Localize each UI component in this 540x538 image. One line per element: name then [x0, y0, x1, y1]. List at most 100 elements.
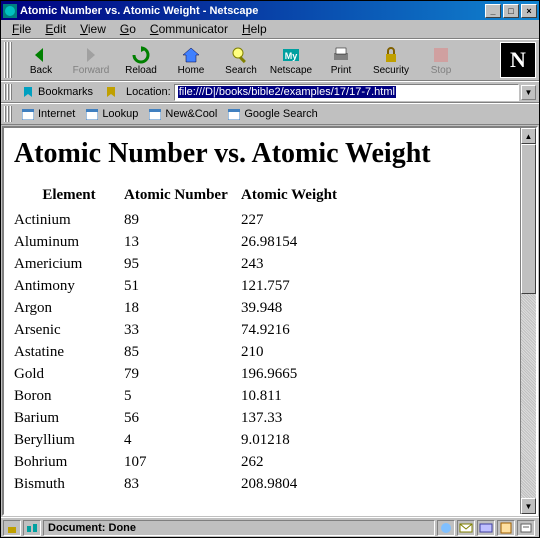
- stop-button: Stop: [416, 44, 466, 77]
- table-row: Argon1839.948: [14, 298, 345, 320]
- stop-icon: [430, 45, 452, 65]
- drag-icon[interactable]: [104, 86, 118, 98]
- component-composer-icon[interactable]: [517, 520, 535, 536]
- table-header-row: Element Atomic Number Atomic Weight: [14, 184, 345, 210]
- scroll-up-button[interactable]: ▲: [521, 128, 536, 144]
- table-row: Gold79196.9665: [14, 364, 345, 386]
- home-button[interactable]: Home: [166, 44, 216, 77]
- menu-file[interactable]: File: [5, 20, 38, 38]
- navigation-toolbar: Back Forward Reload Home Search My Netsc…: [1, 39, 539, 81]
- cell-atomic-weight: 208.9804: [241, 474, 345, 496]
- cell-atomic-number: 85: [124, 342, 241, 364]
- elements-table: Element Atomic Number Atomic Weight Acti…: [14, 184, 345, 496]
- table-row: Arsenic3374.9216: [14, 320, 345, 342]
- page-title: Atomic Number vs. Atomic Weight: [14, 138, 510, 170]
- search-icon: [230, 45, 252, 65]
- throbber-icon: N: [500, 42, 536, 78]
- netscape-button[interactable]: My Netscape: [266, 44, 316, 77]
- status-security-icon[interactable]: [3, 520, 21, 536]
- scroll-track[interactable]: [521, 144, 536, 498]
- back-label: Back: [30, 65, 52, 76]
- menu-edit[interactable]: Edit: [38, 20, 73, 38]
- menu-communicator[interactable]: Communicator: [143, 20, 235, 38]
- document-body: Atomic Number vs. Atomic Weight Element …: [4, 128, 520, 514]
- menu-view[interactable]: View: [73, 20, 113, 38]
- vertical-scrollbar[interactable]: ▲ ▼: [520, 128, 536, 514]
- cell-atomic-weight: 196.9665: [241, 364, 345, 386]
- url-dropdown-button[interactable]: ▼: [521, 85, 536, 100]
- pt-newcool[interactable]: New&Cool: [143, 107, 222, 121]
- status-bar: Document: Done: [1, 517, 539, 537]
- bookmarks-button[interactable]: Bookmarks: [16, 85, 98, 99]
- table-row: Astatine85210: [14, 342, 345, 364]
- menu-go[interactable]: Go: [113, 20, 143, 38]
- scroll-thumb[interactable]: [521, 144, 536, 294]
- pt-google[interactable]: Google Search: [222, 107, 322, 121]
- forward-label: Forward: [73, 65, 110, 76]
- table-row: Americium95243: [14, 254, 345, 276]
- url-value: file:///D|/books/bible2/examples/17/17-7…: [178, 86, 396, 98]
- col-atomic-weight: Atomic Weight: [241, 184, 345, 210]
- table-row: Antimony51121.757: [14, 276, 345, 298]
- cell-element: Astatine: [14, 342, 124, 364]
- toolbar-grip[interactable]: [4, 84, 12, 100]
- col-atomic-number: Atomic Number: [124, 184, 241, 210]
- cell-atomic-number: 51: [124, 276, 241, 298]
- cell-atomic-weight: 137.33: [241, 408, 345, 430]
- cell-element: Bismuth: [14, 474, 124, 496]
- search-label: Search: [225, 65, 257, 76]
- scroll-down-button[interactable]: ▼: [521, 498, 536, 514]
- forward-icon: [80, 45, 102, 65]
- col-element: Element: [14, 184, 124, 210]
- component-nav-icon[interactable]: [437, 520, 455, 536]
- cell-atomic-number: 18: [124, 298, 241, 320]
- cell-atomic-weight: 9.01218: [241, 430, 345, 452]
- print-button[interactable]: Print: [316, 44, 366, 77]
- toolbar-grip[interactable]: [4, 106, 12, 122]
- cell-atomic-number: 107: [124, 452, 241, 474]
- cell-element: Actinium: [14, 210, 124, 232]
- cell-element: Gold: [14, 364, 124, 386]
- toolbar-grip[interactable]: [4, 42, 12, 78]
- location-label: Location:: [126, 86, 171, 98]
- home-label: Home: [178, 65, 205, 76]
- maximize-button[interactable]: □: [503, 4, 519, 18]
- back-icon: [30, 45, 52, 65]
- table-row: Aluminum1326.98154: [14, 232, 345, 254]
- close-button[interactable]: ×: [521, 4, 537, 18]
- cell-atomic-number: 4: [124, 430, 241, 452]
- cell-atomic-number: 79: [124, 364, 241, 386]
- url-input[interactable]: file:///D|/books/bible2/examples/17/17-7…: [174, 84, 519, 101]
- cell-atomic-number: 56: [124, 408, 241, 430]
- table-row: Actinium89227: [14, 210, 345, 232]
- cell-atomic-weight: 227: [241, 210, 345, 232]
- print-label: Print: [331, 65, 352, 76]
- status-online-icon[interactable]: [23, 520, 41, 536]
- cell-element: Arsenic: [14, 320, 124, 342]
- security-label: Security: [373, 65, 409, 76]
- cell-element: Boron: [14, 386, 124, 408]
- pt-internet[interactable]: Internet: [16, 107, 80, 121]
- menu-help[interactable]: Help: [235, 20, 274, 38]
- minimize-button[interactable]: _: [485, 4, 501, 18]
- reload-button[interactable]: Reload: [116, 44, 166, 77]
- home-icon: [180, 45, 202, 65]
- component-news-icon[interactable]: [477, 520, 495, 536]
- back-button[interactable]: Back: [16, 44, 66, 77]
- cell-element: Aluminum: [14, 232, 124, 254]
- pt-lookup[interactable]: Lookup: [80, 107, 143, 121]
- table-row: Boron510.811: [14, 386, 345, 408]
- component-address-icon[interactable]: [497, 520, 515, 536]
- netscape-icon: My: [280, 45, 302, 65]
- status-text: Document: Done: [43, 520, 435, 536]
- cell-element: Barium: [14, 408, 124, 430]
- location-toolbar: Bookmarks Location: file:///D|/books/bib…: [1, 81, 539, 103]
- component-mail-icon[interactable]: [457, 520, 475, 536]
- security-button[interactable]: Security: [366, 44, 416, 77]
- cell-element: Antimony: [14, 276, 124, 298]
- cell-atomic-number: 13: [124, 232, 241, 254]
- table-row: Beryllium49.01218: [14, 430, 345, 452]
- bookmark-icon: [21, 86, 35, 98]
- search-button[interactable]: Search: [216, 44, 266, 77]
- reload-icon: [130, 45, 152, 65]
